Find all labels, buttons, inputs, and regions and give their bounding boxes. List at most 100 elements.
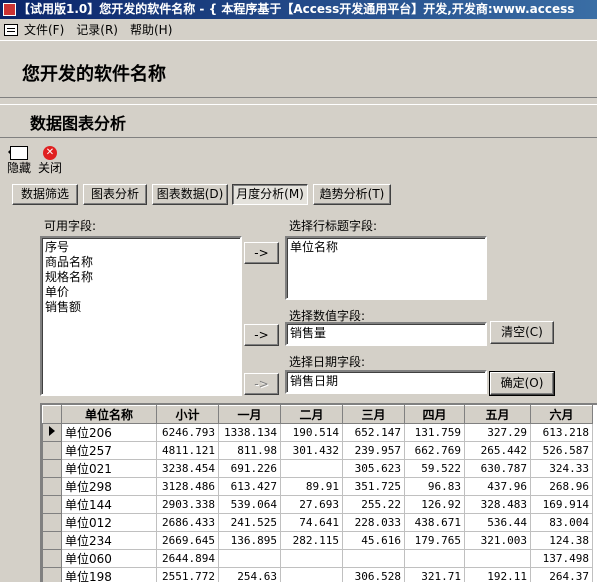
unit-name-cell[interactable]: 单位060 — [61, 549, 157, 568]
record-selector[interactable] — [42, 549, 62, 568]
value-cell[interactable]: 652.147 — [342, 423, 405, 442]
table-row[interactable]: 单位198 2551.772 254.63 306.528 321.71 192.11 26… — [42, 567, 593, 582]
value-cell[interactable]: 327.29 — [464, 423, 531, 442]
value-field-input[interactable]: 销售量 — [285, 322, 487, 346]
value-cell[interactable]: 124.38 — [530, 531, 593, 550]
value-cell[interactable] — [280, 459, 343, 478]
tab-chart-data[interactable]: 图表数据(D) — [152, 184, 228, 205]
value-cell[interactable]: 268.96 — [530, 477, 593, 496]
column-header[interactable]: 小计 — [156, 405, 219, 424]
value-cell[interactable] — [280, 549, 343, 568]
close-button[interactable]: ✕ 关闭 — [35, 146, 65, 175]
record-selector[interactable] — [42, 459, 62, 478]
add-row-field-button[interactable]: -> — [244, 242, 279, 264]
value-cell[interactable]: 321.71 — [404, 567, 465, 582]
value-cell[interactable]: 811.98 — [218, 441, 281, 460]
unit-name-cell[interactable]: 单位198 — [61, 567, 157, 582]
value-cell[interactable]: 691.226 — [218, 459, 281, 478]
unit-name-cell[interactable]: 单位206 — [61, 423, 157, 442]
record-selector[interactable] — [42, 423, 62, 442]
value-cell[interactable]: 179.765 — [404, 531, 465, 550]
column-header[interactable]: 三月 — [342, 405, 405, 424]
value-cell[interactable]: 613.218 — [530, 423, 593, 442]
list-item[interactable]: 规格名称 — [45, 270, 237, 285]
value-cell[interactable]: 59.522 — [404, 459, 465, 478]
record-selector[interactable] — [42, 567, 62, 582]
menu-help[interactable]: 帮助(H) — [130, 21, 172, 38]
value-cell[interactable]: 190.514 — [280, 423, 343, 442]
value-cell[interactable]: 169.914 — [530, 495, 593, 514]
record-selector[interactable] — [42, 513, 62, 532]
hide-button[interactable]: 隐藏 — [4, 146, 34, 175]
value-cell[interactable]: 2903.338 — [156, 495, 219, 514]
record-selector[interactable] — [42, 531, 62, 550]
value-cell[interactable]: 438.671 — [404, 513, 465, 532]
value-cell[interactable]: 526.587 — [530, 441, 593, 460]
value-cell[interactable]: 131.759 — [404, 423, 465, 442]
record-selector[interactable] — [42, 495, 62, 514]
value-cell[interactable]: 27.693 — [280, 495, 343, 514]
value-cell[interactable]: 254.63 — [218, 567, 281, 582]
value-cell[interactable]: 137.498 — [530, 549, 593, 568]
value-cell[interactable]: 192.11 — [464, 567, 531, 582]
add-value-field-button[interactable]: -> — [244, 324, 279, 346]
table-row[interactable]: 单位234 2669.645 136.895 282.115 45.616 179.765… — [42, 531, 593, 550]
value-cell[interactable]: 301.432 — [280, 441, 343, 460]
value-cell[interactable]: 6246.793 — [156, 423, 219, 442]
value-cell[interactable]: 2551.772 — [156, 567, 219, 582]
list-item[interactable]: 序号 — [45, 240, 237, 255]
value-cell[interactable]: 265.442 — [464, 441, 531, 460]
value-cell[interactable]: 255.22 — [342, 495, 405, 514]
monthly-data-grid[interactable]: 单位名称 小计 一月 二月 三月 四月 五月 六月 单位206 6246.793 1338.134… — [40, 403, 597, 582]
value-cell[interactable]: 306.528 — [342, 567, 405, 582]
add-date-field-button[interactable]: -> — [244, 373, 279, 395]
value-cell[interactable]: 2669.645 — [156, 531, 219, 550]
value-cell[interactable]: 328.483 — [464, 495, 531, 514]
value-cell[interactable]: 437.96 — [464, 477, 531, 496]
value-cell[interactable]: 305.623 — [342, 459, 405, 478]
value-cell[interactable]: 2686.433 — [156, 513, 219, 532]
form-menu-icon[interactable] — [4, 23, 18, 36]
table-row[interactable]: 单位206 6246.793 1338.134 190.514 652.147 131.7… — [42, 423, 593, 442]
tab-chart-analysis[interactable]: 图表分析 — [83, 184, 147, 205]
table-row[interactable]: 单位257 4811.121 811.98 301.432 239.957 662.769… — [42, 441, 593, 460]
value-cell[interactable]: 630.787 — [464, 459, 531, 478]
column-header[interactable]: 单位名称 — [61, 405, 157, 424]
clear-button[interactable]: 清空(C) — [490, 321, 554, 344]
value-cell[interactable]: 241.525 — [218, 513, 281, 532]
value-cell[interactable]: 96.83 — [404, 477, 465, 496]
value-cell[interactable]: 1338.134 — [218, 423, 281, 442]
unit-name-cell[interactable]: 单位144 — [61, 495, 157, 514]
value-cell[interactable]: 136.895 — [218, 531, 281, 550]
value-cell[interactable]: 321.003 — [464, 531, 531, 550]
available-fields-list[interactable]: 序号 商品名称 规格名称 单价 销售额 — [40, 236, 242, 396]
date-field-input[interactable]: 销售日期 — [285, 370, 487, 394]
table-row[interactable]: 单位144 2903.338 539.064 27.693 255.22 126.92 32… — [42, 495, 593, 514]
tab-data-filter[interactable]: 数据筛选 — [12, 184, 78, 205]
column-header[interactable]: 一月 — [218, 405, 281, 424]
column-header[interactable]: 五月 — [464, 405, 531, 424]
table-row[interactable]: 单位298 3128.486 613.427 89.91 351.725 96.83 437… — [42, 477, 593, 496]
ok-button[interactable]: 确定(O) — [489, 371, 555, 396]
unit-name-cell[interactable]: 单位298 — [61, 477, 157, 496]
value-cell[interactable]: 662.769 — [404, 441, 465, 460]
value-cell[interactable]: 74.641 — [280, 513, 343, 532]
record-selector[interactable] — [42, 441, 62, 460]
value-cell[interactable]: 3128.486 — [156, 477, 219, 496]
list-item[interactable]: 单价 — [45, 285, 237, 300]
record-selector[interactable] — [42, 477, 62, 496]
value-cell[interactable] — [342, 549, 405, 568]
value-cell[interactable]: 228.033 — [342, 513, 405, 532]
column-header[interactable]: 六月 — [530, 405, 593, 424]
value-cell[interactable]: 539.064 — [218, 495, 281, 514]
value-cell[interactable]: 45.616 — [342, 531, 405, 550]
unit-name-cell[interactable]: 单位012 — [61, 513, 157, 532]
value-cell[interactable]: 324.33 — [530, 459, 593, 478]
unit-name-cell[interactable]: 单位257 — [61, 441, 157, 460]
value-cell[interactable]: 351.725 — [342, 477, 405, 496]
value-cell[interactable] — [404, 549, 465, 568]
list-item[interactable]: 单位名称 — [290, 240, 482, 255]
column-header[interactable]: 四月 — [404, 405, 465, 424]
table-row[interactable]: 单位012 2686.433 241.525 74.641 228.033 438.671… — [42, 513, 593, 532]
value-cell[interactable]: 4811.121 — [156, 441, 219, 460]
